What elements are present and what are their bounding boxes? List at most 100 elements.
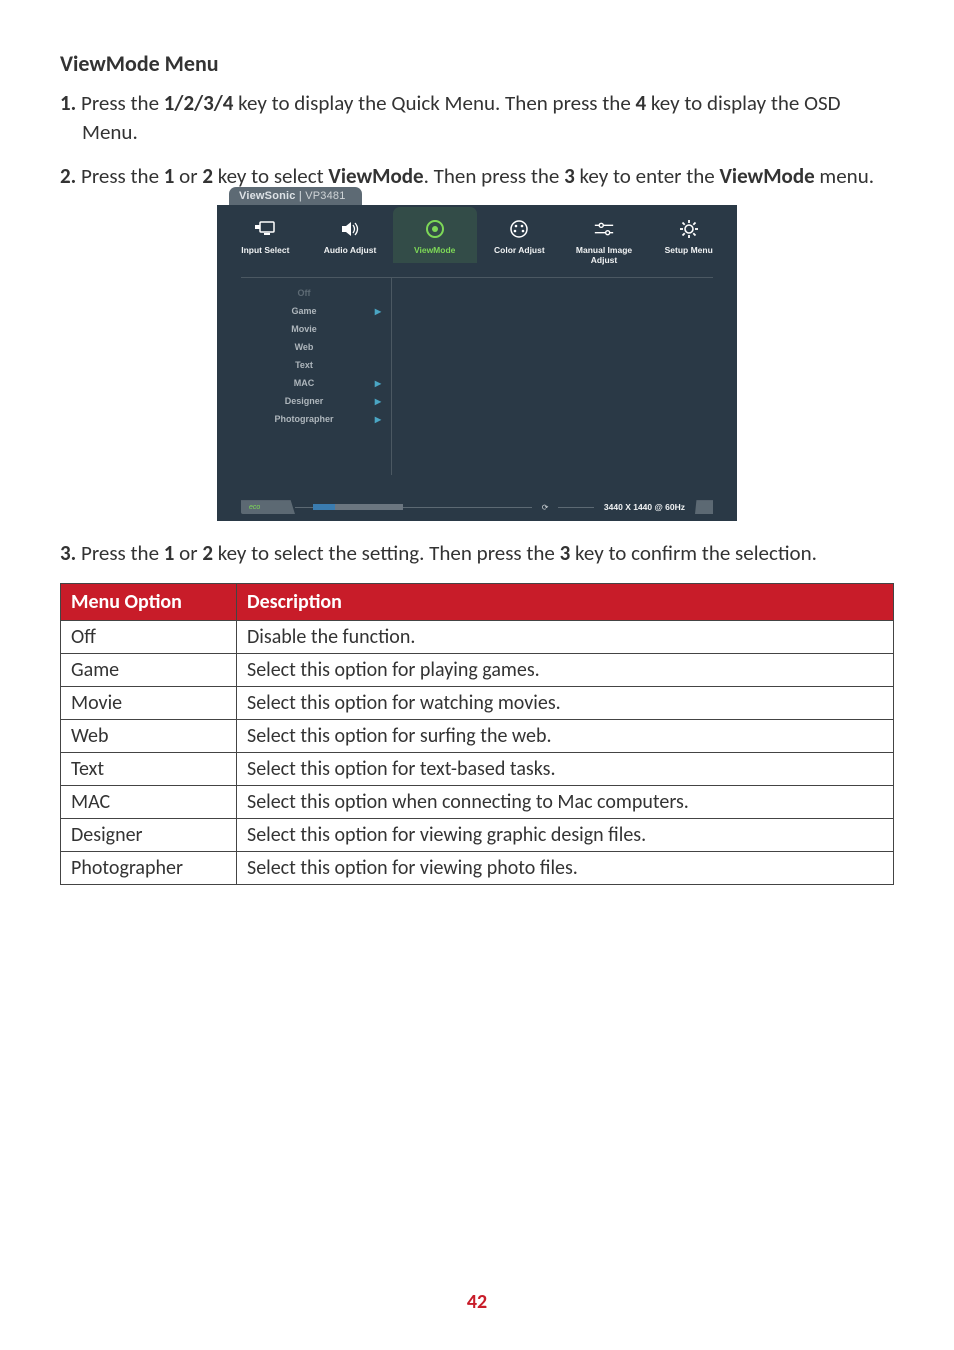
option-cell: Text xyxy=(61,752,237,785)
text: Press the xyxy=(81,540,164,566)
text: key to select the setting. Then press th… xyxy=(213,540,560,566)
clock-icon: ⟳ xyxy=(532,503,559,512)
key-1: 1 xyxy=(164,163,175,189)
table-row: DesignerSelect this option for viewing g… xyxy=(61,818,894,851)
brightness-bar xyxy=(313,504,403,510)
osd-screenshot: ViewSonic | VP3481 Input Select Audio Ad… xyxy=(60,205,894,521)
osd-header: Input Select Audio Adjust ViewMode xyxy=(217,205,737,277)
tab-label: Manual Image Adjust xyxy=(562,245,647,265)
submenu-arrow-icon: ▶ xyxy=(375,379,381,388)
table-row: WebSelect this option for surfing the we… xyxy=(61,719,894,752)
table-row: MovieSelect this option for watching mov… xyxy=(61,686,894,719)
description-cell: Disable the function. xyxy=(237,620,894,653)
tab-audio-adjust[interactable]: Audio Adjust xyxy=(308,219,393,265)
viewmode-label: ViewMode xyxy=(328,163,423,189)
list-item-designer[interactable]: Designer▶ xyxy=(241,392,391,410)
speaker-icon xyxy=(339,219,361,239)
description-cell: Select this option when connecting to Ma… xyxy=(237,785,894,818)
text: . Then press the xyxy=(424,163,565,189)
label: Designer xyxy=(285,396,324,406)
section-heading: ViewMode Menu xyxy=(60,50,894,77)
table-row: PhotographerSelect this option for viewi… xyxy=(61,851,894,884)
list-item-text[interactable]: Text xyxy=(241,356,391,374)
tab-input-select[interactable]: Input Select xyxy=(223,219,308,265)
footer-line xyxy=(295,507,532,508)
text: Press the xyxy=(81,90,164,116)
key-1: 1 xyxy=(164,540,175,566)
list-item-game[interactable]: Game ▶ xyxy=(241,302,391,320)
description-cell: Select this option for viewing graphic d… xyxy=(237,818,894,851)
label: Game xyxy=(291,306,316,316)
text: key to confirm the selection. xyxy=(570,540,817,566)
resolution-label: 3440 X 1440 @ 60Hz xyxy=(594,502,695,512)
description-cell: Select this option for text-based tasks. xyxy=(237,752,894,785)
step-3: 3. Press the 1 or 2 key to select the se… xyxy=(60,539,894,568)
text: key to select xyxy=(213,163,328,189)
osd-brand-tab: ViewSonic | VP3481 xyxy=(229,187,362,205)
key-3: 3 xyxy=(560,540,571,566)
brightness-fill xyxy=(313,504,335,510)
tab-setup-menu[interactable]: Setup Menu xyxy=(646,219,731,265)
label: Photographer xyxy=(274,414,333,424)
table-row: GameSelect this option for playing games… xyxy=(61,653,894,686)
table-row: MACSelect this option when connecting to… xyxy=(61,785,894,818)
model-name: VP3481 xyxy=(305,190,345,202)
osd-body: Off Game▶ Movie Web Text MAC▶ Designer▶ … xyxy=(241,277,713,475)
list-item-off[interactable]: Off xyxy=(241,284,391,302)
viewmode-list: Off Game▶ Movie Web Text MAC▶ Designer▶ … xyxy=(241,278,391,434)
table-header-option: Menu Option xyxy=(61,583,237,620)
footer-cap xyxy=(695,500,713,514)
text: or xyxy=(174,540,202,566)
tab-label: Input Select xyxy=(241,245,289,255)
option-cell: Off xyxy=(61,620,237,653)
table-row: TextSelect this option for text-based ta… xyxy=(61,752,894,785)
list-item-movie[interactable]: Movie xyxy=(241,320,391,338)
list-item-web[interactable]: Web xyxy=(241,338,391,356)
option-cell: Photographer xyxy=(61,851,237,884)
tab-label: Setup Menu xyxy=(665,245,713,255)
label: MAC xyxy=(294,378,315,388)
option-cell: Designer xyxy=(61,818,237,851)
text: menu. xyxy=(815,163,874,189)
key-3: 3 xyxy=(564,163,575,189)
text: Press the xyxy=(81,163,164,189)
key-1234: 1/2/3/4 xyxy=(164,90,234,116)
tab-label: Color Adjust xyxy=(494,245,545,255)
list-item-photographer[interactable]: Photographer ▶ xyxy=(241,410,391,428)
description-cell: Select this option for viewing photo fil… xyxy=(237,851,894,884)
osd-panel: ViewSonic | VP3481 Input Select Audio Ad… xyxy=(217,205,737,521)
sliders-icon xyxy=(593,219,615,239)
tab-color-adjust[interactable]: Color Adjust xyxy=(477,219,562,265)
description-cell: Select this option for surfing the web. xyxy=(237,719,894,752)
option-cell: Web xyxy=(61,719,237,752)
step-3-number: 3. xyxy=(60,540,81,566)
submenu-arrow-icon: ▶ xyxy=(375,307,381,316)
palette-icon xyxy=(508,219,530,239)
option-cell: Game xyxy=(61,653,237,686)
key-2: 2 xyxy=(202,163,213,189)
key-2: 2 xyxy=(202,540,213,566)
table-header-description: Description xyxy=(237,583,894,620)
vertical-separator xyxy=(391,278,392,475)
page-number: 42 xyxy=(0,1290,954,1314)
tab-manual-image[interactable]: Manual Image Adjust xyxy=(562,219,647,265)
viewmode-label: ViewMode xyxy=(720,163,815,189)
table-row: OffDisable the function. xyxy=(61,620,894,653)
step-2-number: 2. xyxy=(60,163,81,189)
submenu-arrow-icon: ▶ xyxy=(375,415,381,424)
footer-line xyxy=(558,507,594,508)
input-icon xyxy=(254,219,276,239)
list-item-mac[interactable]: MAC ▶ xyxy=(241,374,391,392)
option-cell: MAC xyxy=(61,785,237,818)
step-2: 2. Press the 1 or 2 key to select ViewMo… xyxy=(60,162,894,191)
eco-label: eco xyxy=(249,504,260,511)
active-tab-highlight xyxy=(393,207,477,263)
brand-name: ViewSonic xyxy=(239,190,296,202)
tab-label: Audio Adjust xyxy=(324,245,377,255)
description-cell: Select this option for watching movies. xyxy=(237,686,894,719)
osd-footer: eco ⟳ 3440 X 1440 @ 60Hz xyxy=(241,499,713,515)
eco-badge: eco xyxy=(241,500,295,514)
text: key to enter the xyxy=(575,163,720,189)
step-1-number: 1. xyxy=(60,90,81,116)
text: or xyxy=(174,163,202,189)
